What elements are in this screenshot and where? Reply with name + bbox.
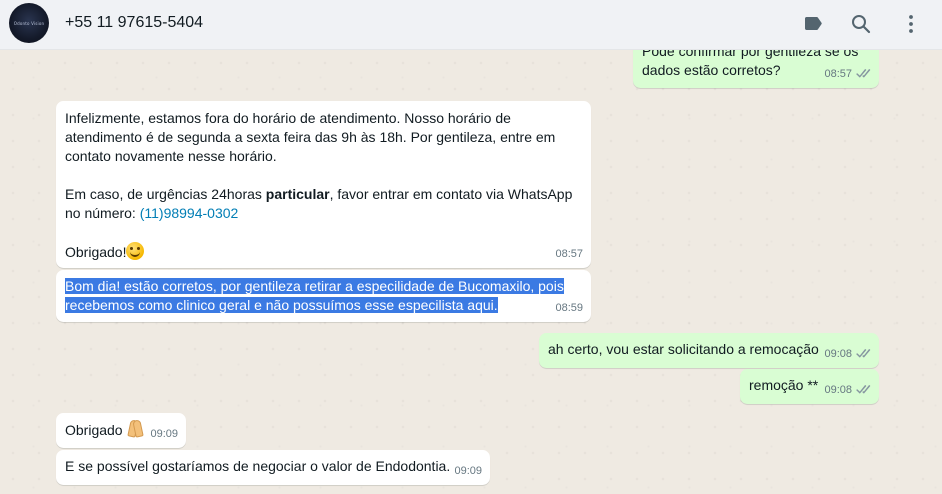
message-bubble-incoming[interactable]: Bom dia! estão corretos, por gentileza r… — [56, 270, 591, 322]
message-text: Infelizmente, estamos fora do horário de… — [65, 110, 511, 126]
folded-hands-emoji-icon — [126, 420, 144, 438]
label-icon[interactable] — [801, 12, 825, 36]
selected-text: Bom dia! estão corretos, por gentileza r… — [65, 278, 564, 294]
text-span: Obrigado! — [65, 244, 127, 260]
message-text: no número: (11)98994-0302 — [65, 204, 582, 223]
message-text: Bom dia! estão corretos, por gentileza r… — [65, 277, 582, 296]
message-bubble-incoming[interactable]: Infelizmente, estamos fora do horário de… — [56, 101, 591, 268]
chat-area[interactable]: Pode confirmar por gentileza se os dados… — [0, 50, 942, 494]
double-check-icon — [855, 385, 871, 396]
message-text: recebemos como clinico geral e não possu… — [65, 296, 582, 315]
message-bubble-outgoing[interactable]: remoção ** 09:08 — [740, 369, 879, 404]
text-span: Obrigado — [65, 422, 123, 438]
message-time: 09:09 — [454, 465, 482, 477]
message-text: atendimento é de segunda a sexta feira d… — [65, 129, 556, 145]
message-time: 09:09 — [150, 428, 178, 440]
text-span: Em caso, de urgências 24horas — [65, 186, 266, 202]
message-meta: 08:59 — [555, 299, 583, 318]
message-meta: 09:08 — [824, 381, 871, 400]
smiling-face-emoji-icon — [126, 242, 145, 260]
chat-header: Odonto Vision +55 11 97615-5404 — [0, 0, 942, 50]
text-span: no número: — [65, 205, 140, 221]
selected-text: recebemos como clinico geral e não possu… — [65, 297, 498, 313]
message-meta: 09:09 — [454, 462, 482, 481]
search-icon[interactable] — [849, 12, 873, 36]
message-meta: 08:57 — [824, 65, 871, 84]
kebab-menu-icon[interactable] — [899, 12, 923, 36]
message-bubble-incoming[interactable]: Obrigado 09:09 — [56, 413, 186, 448]
message-time: 08:57 — [824, 68, 852, 80]
message-meta: 09:08 — [824, 345, 871, 364]
avatar-logo-text: Odonto Vision — [13, 20, 45, 26]
message-meta: 08:57 — [555, 245, 583, 264]
message-text: contato novamente nesse horário. — [65, 148, 277, 164]
bold-text: particular — [265, 186, 330, 202]
message-text: E se possível gostaríamos de negociar o … — [65, 458, 451, 474]
phone-link[interactable]: (11)98994-0302 — [140, 205, 239, 221]
message-meta: 09:09 — [150, 425, 178, 444]
message-bubble-incoming[interactable]: E se possível gostaríamos de negociar o … — [56, 450, 490, 485]
double-check-icon — [855, 349, 871, 360]
message-text: Em caso, de urgências 24horas particular… — [65, 185, 582, 204]
message-time: 08:59 — [555, 302, 583, 314]
double-check-icon — [855, 69, 871, 80]
avatar[interactable]: Odonto Vision — [9, 3, 49, 43]
message-text: ah certo, vou estar solicitando a remoca… — [548, 341, 819, 357]
message-bubble-outgoing[interactable]: Pode confirmar por gentileza se os dados… — [633, 50, 879, 88]
message-bubble-outgoing[interactable]: ah certo, vou estar solicitando a remoca… — [539, 333, 879, 368]
message-text: Pode confirmar por gentileza se os — [642, 50, 859, 59]
message-time: 09:08 — [824, 348, 852, 360]
contact-name[interactable]: +55 11 97615-5404 — [65, 14, 203, 32]
message-text: Obrigado! — [65, 242, 582, 262]
message-time: 08:57 — [555, 248, 583, 260]
text-span: , favor entrar em contato via WhatsApp — [329, 186, 573, 202]
message-time: 09:08 — [824, 384, 852, 396]
